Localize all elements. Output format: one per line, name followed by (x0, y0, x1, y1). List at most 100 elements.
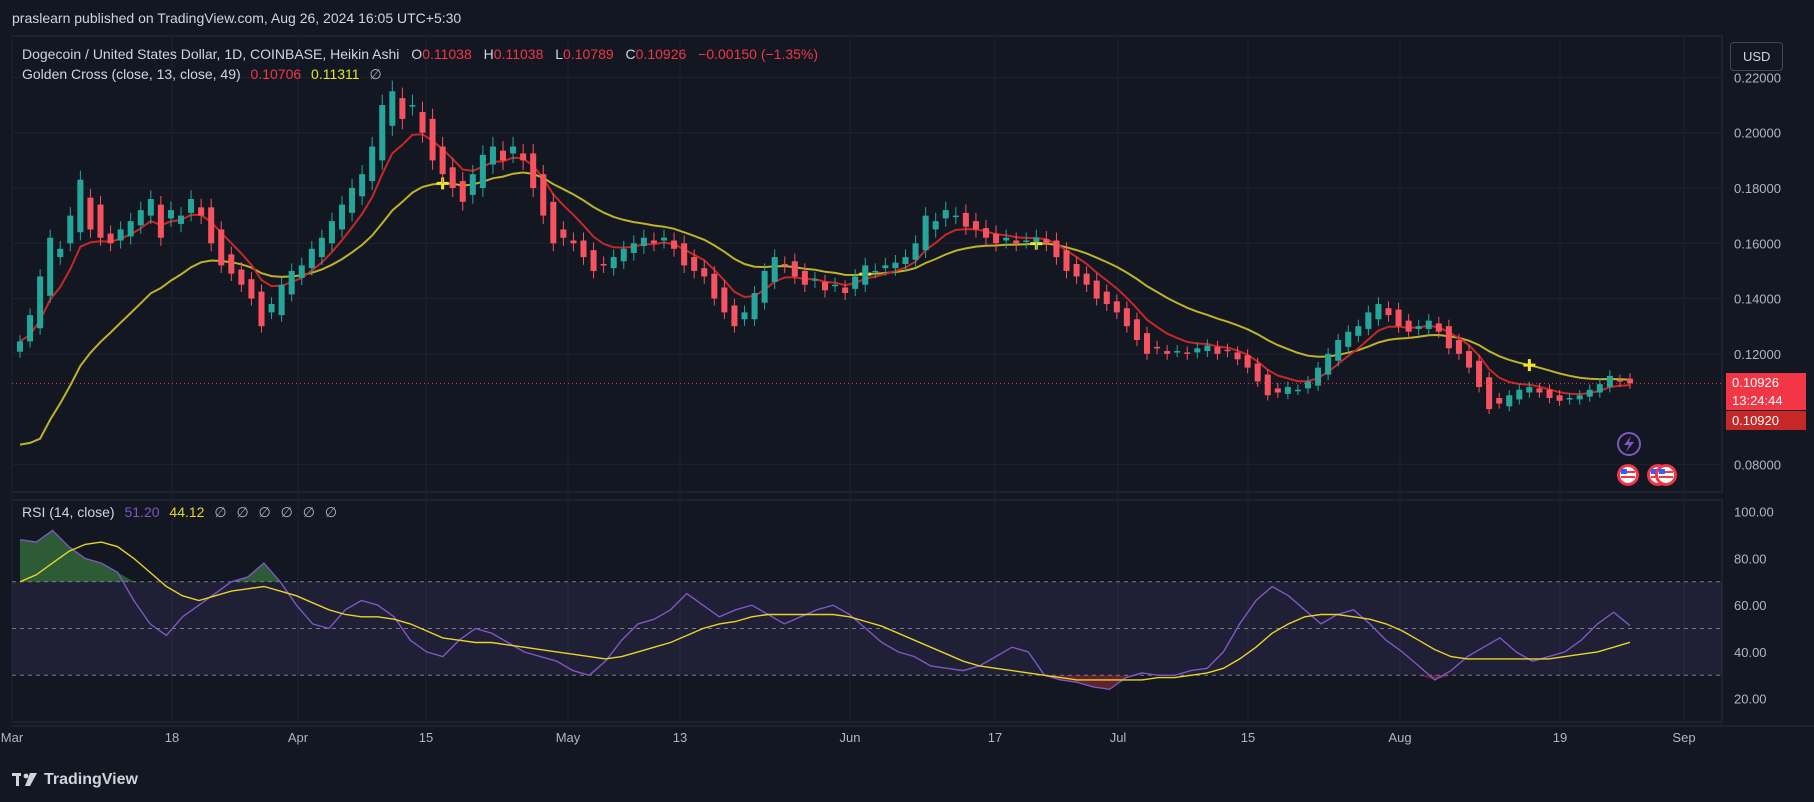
candle-body (1425, 320, 1432, 329)
rsi-ma-value: 44.12 (169, 504, 205, 520)
chart-root: 0.22000 0.20000 0.18000 0.16000 0.14000 0.120… (0, 0, 1814, 802)
candle-body (1385, 308, 1392, 316)
candle-body (942, 210, 949, 219)
time-tick-label: 19 (1553, 730, 1567, 745)
candle-body (530, 153, 537, 188)
candle-body (660, 237, 668, 241)
candle-body (1093, 280, 1100, 299)
time-tick-label: 17 (988, 730, 1002, 745)
candle-body (1053, 240, 1060, 258)
time-tick-label: Aug (1388, 730, 1411, 745)
candle-body (1043, 239, 1050, 244)
candle-body (419, 112, 426, 133)
candle-body (1576, 395, 1583, 400)
price-tick-label: 0.08000 (1734, 457, 1781, 472)
fast-ma-layer (19, 133, 1631, 396)
time-tick-label: 13 (673, 730, 687, 745)
candle-body (1596, 384, 1603, 393)
slow-ma-value: 0.11311 (311, 66, 360, 82)
candle-body (791, 261, 798, 277)
candle-body (369, 146, 376, 182)
symbol-name[interactable]: Dogecoin / United States Dollar, 1D, COI… (22, 46, 399, 62)
candle-body (952, 215, 959, 218)
candle-body (1445, 326, 1452, 349)
candle-body (1304, 381, 1312, 389)
candle-body (982, 228, 990, 238)
candle-body (318, 237, 325, 258)
candle-body (1123, 308, 1130, 327)
time-tick-label: Jun (840, 730, 861, 745)
time-tick-label: May (556, 730, 581, 745)
currency-button[interactable]: USD (1730, 42, 1784, 71)
candle-body (1455, 340, 1462, 354)
rsi-name[interactable]: RSI (14, close) (22, 504, 115, 520)
candle-body (228, 254, 235, 274)
candle-body (1133, 319, 1140, 340)
candle-body (1395, 309, 1402, 327)
countdown-tag: 13:24:44 (1726, 391, 1806, 410)
rsi-overbought-fill (20, 530, 1630, 582)
candle-body (298, 265, 305, 278)
rsi-null-icon: ∅ (302, 504, 315, 520)
rsi-null-icon: ∅ (214, 504, 227, 520)
candle-body (590, 250, 597, 271)
tradingview-logo[interactable]: TradingView (12, 771, 138, 789)
candle-body (811, 279, 818, 281)
candle-body (1143, 333, 1151, 354)
candle-body (1355, 326, 1362, 336)
candle-body (751, 293, 758, 320)
candle-body (429, 118, 436, 161)
candle-body (882, 265, 889, 269)
candle-body (338, 204, 346, 230)
indicator-name[interactable]: Golden Cross (close, 13, close, 49) (22, 66, 241, 82)
ohlc-o-value: 0.11038 (422, 46, 472, 62)
price-change: −0.00150 (−1.35%) (698, 46, 819, 62)
candle-body (1234, 352, 1241, 360)
candle-body (439, 146, 446, 175)
candle-body (962, 212, 969, 227)
candle-body (510, 146, 517, 154)
candle-body (1204, 345, 1211, 352)
candle-body (842, 287, 849, 294)
candle-body (117, 229, 124, 241)
us-flag-icon[interactable] (1617, 464, 1639, 486)
candle-body (671, 240, 678, 249)
candle-body (1586, 389, 1593, 397)
rsi-tick-label: 80.00 (1734, 551, 1767, 566)
candle-body (1063, 250, 1070, 271)
candle-body (721, 287, 728, 313)
candle-body (1154, 346, 1161, 349)
candle-body (580, 240, 587, 258)
candle-body (852, 276, 859, 289)
rsi-null-icon: ∅ (258, 504, 271, 520)
candle-body (620, 248, 627, 262)
lightning-icon[interactable] (1617, 432, 1641, 456)
candle-body (932, 221, 939, 230)
candle-body (1164, 351, 1171, 354)
candle-body (1214, 346, 1221, 354)
candle-body (449, 167, 456, 188)
candle-body (1083, 273, 1090, 285)
candle-body (308, 248, 315, 269)
candle-body (1486, 377, 1493, 410)
price-tick-label: 0.16000 (1734, 236, 1781, 251)
candle-body (389, 91, 396, 126)
candle-body (1184, 352, 1191, 354)
candle-body (87, 197, 94, 230)
candle-body (681, 243, 688, 266)
rsi-legend: RSI (14, close) 51.20 44.12 ∅ ∅ ∅ ∅ ∅ ∅ (22, 504, 337, 521)
candle-body (993, 233, 1000, 244)
candle-body (268, 304, 275, 313)
candle-body (1556, 395, 1563, 401)
us-flag-icon[interactable] (1655, 464, 1677, 486)
candle-body (137, 210, 144, 226)
candle-body (177, 215, 185, 224)
candle-body (489, 146, 496, 165)
last-price-tag: 0.10926 (1726, 373, 1806, 392)
candle-body (570, 240, 577, 244)
candle-body (1566, 398, 1573, 400)
candle-body (16, 341, 24, 352)
time-tick-label: Mar (1, 730, 24, 745)
candle-body (1194, 348, 1201, 353)
candle-body (1113, 301, 1120, 313)
